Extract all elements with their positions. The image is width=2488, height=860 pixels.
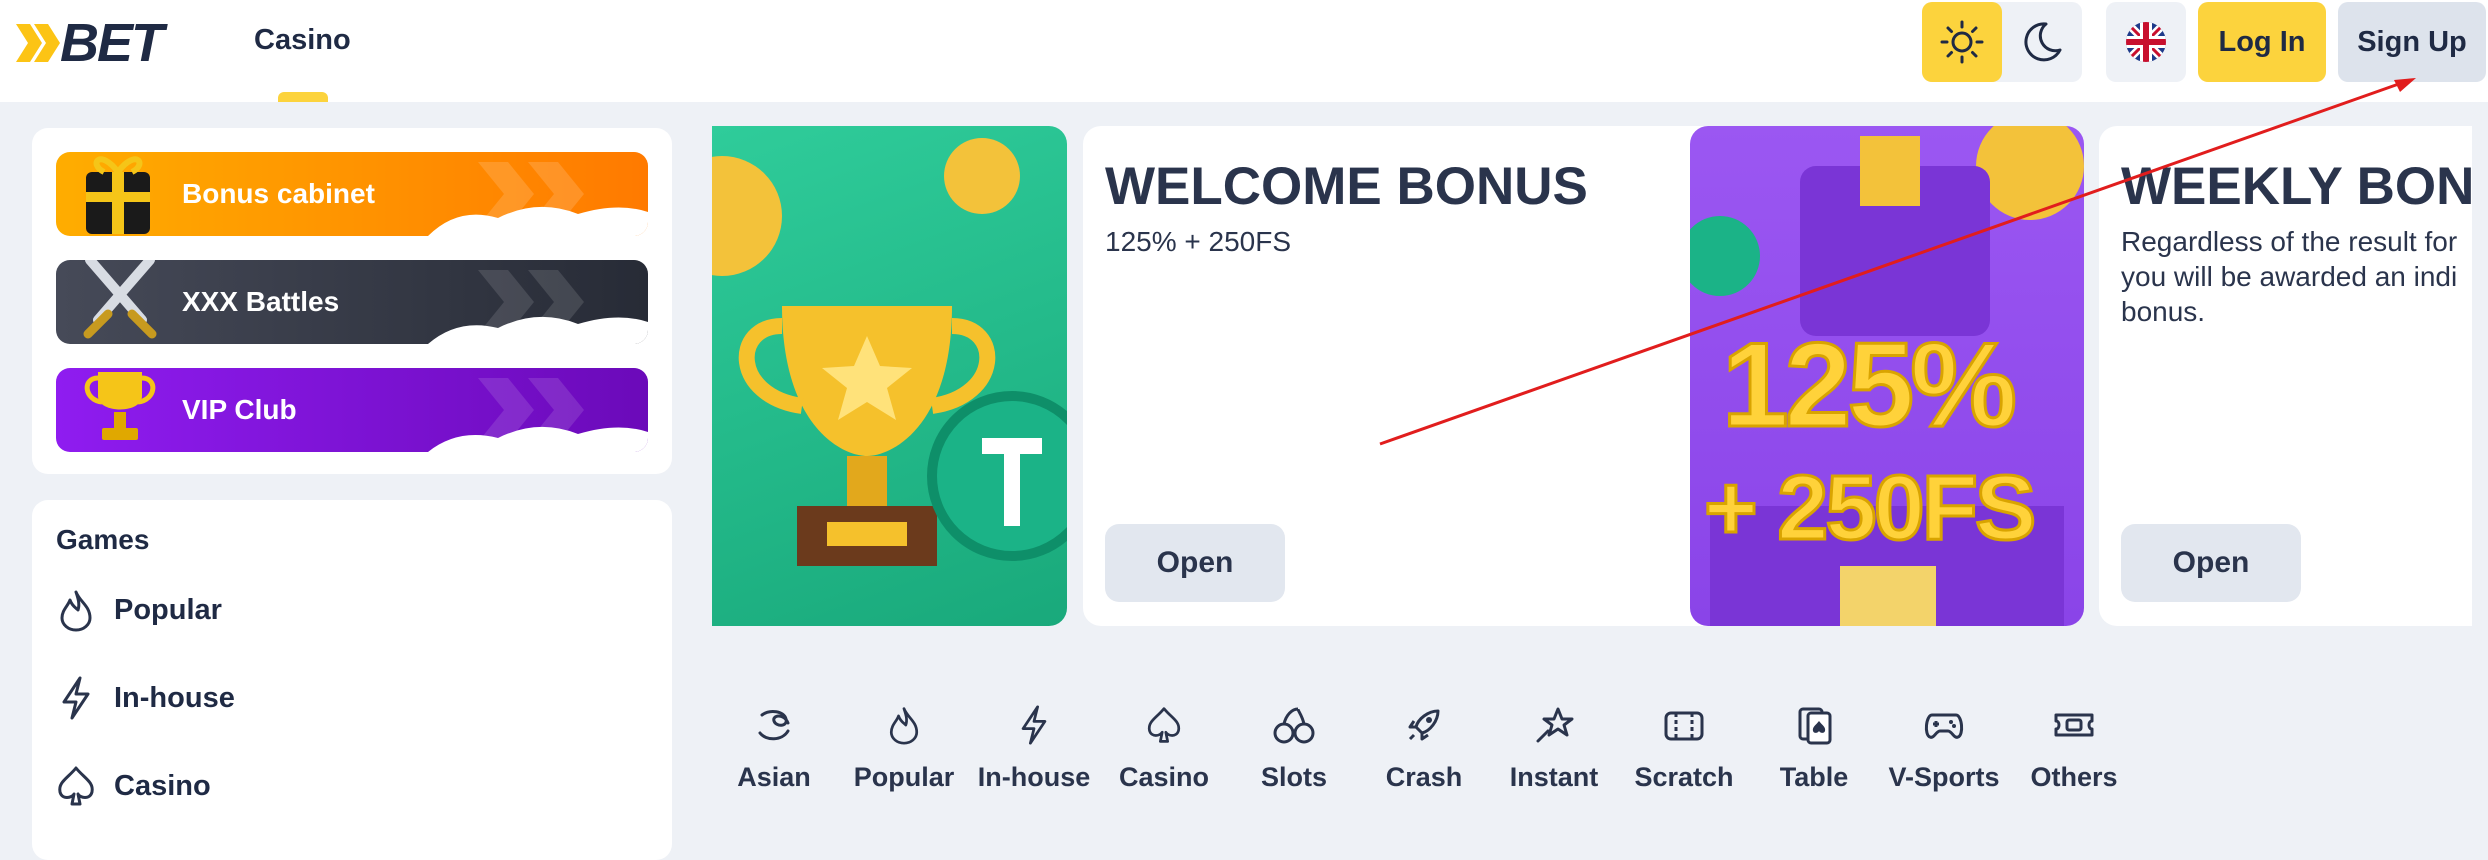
promo-banner-carousel: WELCOME BONUS 125% + 250FS Open 125% + 2… <box>712 126 2472 626</box>
spade-icon <box>56 764 96 808</box>
category-label: Table <box>1779 762 1849 792</box>
nav-casino[interactable]: Casino <box>254 24 351 57</box>
category-in-house[interactable]: In-house <box>974 700 1094 793</box>
spade-icon <box>1104 700 1224 750</box>
banner-title: WELCOME BONUS <box>1105 157 1588 216</box>
banner-title: WEEKLY BONU <box>2121 157 2472 216</box>
banner-subtitle: 125% + 250FS <box>1105 226 1292 257</box>
category-instant[interactable]: Instant <box>1494 700 1614 793</box>
welcome-bonus-card: WELCOME BONUS 125% + 250FS Open <box>1083 126 1723 626</box>
top-header: BET Casino Log In Sign Up <box>0 0 2488 102</box>
promo-label: XXX Battles <box>182 286 340 317</box>
category-v-sports[interactable]: V-Sports <box>1884 700 2004 793</box>
promo-xxx-battles[interactable]: XXX Battles <box>56 260 648 344</box>
promo-label: Bonus cabinet <box>182 178 375 209</box>
games-item-popular[interactable]: Popular <box>56 582 222 638</box>
category-label: Others <box>2030 762 2118 792</box>
lightning-icon <box>974 700 1094 750</box>
snow-decoration-icon <box>428 426 648 452</box>
category-slots[interactable]: Slots <box>1234 700 1354 793</box>
uk-flag-icon <box>2126 22 2166 62</box>
moon-icon <box>2024 22 2062 62</box>
promo-card: Bonus cabinet XXX Battles VIP Club <box>32 128 672 474</box>
category-label: Asian <box>737 762 811 792</box>
games-item-casino[interactable]: Casino <box>56 758 211 814</box>
category-label: V-Sports <box>1888 762 2000 792</box>
sun-icon <box>1940 20 1984 64</box>
promo-bonus-cabinet[interactable]: Bonus cabinet <box>56 152 648 236</box>
lightning-icon <box>56 676 96 720</box>
category-label: Casino <box>1118 762 1210 792</box>
nav-active-indicator <box>278 92 328 102</box>
asian-icon <box>714 700 834 750</box>
star-hand-icon <box>1494 700 1614 750</box>
ticket-icon <box>2014 700 2134 750</box>
category-bar: Asian Popular In-house Casino Slots Cras… <box>712 700 2412 810</box>
bonus-percent-text: 125% <box>1721 317 2019 454</box>
category-casino[interactable]: Casino <box>1104 700 1224 793</box>
trophy-icon <box>84 372 156 440</box>
open-welcome-bonus-button[interactable]: Open <box>1105 524 1285 602</box>
promo-label: VIP Club <box>182 394 297 425</box>
category-label: In-house <box>977 762 1091 792</box>
brand-logo[interactable]: BET <box>16 13 208 73</box>
games-menu: Games Popular In-house Casino <box>32 500 672 860</box>
light-theme-button[interactable] <box>1922 2 2002 82</box>
games-item-label: In-house <box>114 681 235 714</box>
games-item-label: Popular <box>114 593 222 626</box>
category-crash[interactable]: Crash <box>1364 700 1484 793</box>
category-scratch[interactable]: Scratch <box>1624 700 1744 793</box>
category-popular[interactable]: Popular <box>844 700 964 793</box>
category-others[interactable]: Others <box>2014 700 2134 793</box>
gift-box-icon <box>86 156 150 234</box>
logo-text: BET <box>60 13 164 73</box>
games-title: Games <box>56 524 150 555</box>
games-item-label: Casino <box>114 769 211 802</box>
cards-icon <box>1754 700 1874 750</box>
signup-button[interactable]: Sign Up <box>2338 2 2486 82</box>
category-asian[interactable]: Asian <box>714 700 834 793</box>
category-label: Scratch <box>1634 762 1734 792</box>
cherries-icon <box>1234 700 1354 750</box>
promo-vip-club[interactable]: VIP Club <box>56 368 648 452</box>
category-label: Popular <box>853 762 955 792</box>
welcome-bonus-image[interactable] <box>712 126 1067 626</box>
category-table[interactable]: Table <box>1754 700 1874 793</box>
gamepad-icon <box>1884 700 2004 750</box>
theme-switcher <box>1922 2 2082 82</box>
crossed-swords-icon <box>83 260 157 339</box>
trophy-artwork-icon <box>712 138 1067 566</box>
category-label: Crash <box>1385 762 1463 792</box>
logo-chevrons-icon <box>16 24 60 62</box>
flame-icon <box>844 700 964 750</box>
scratch-ticket-icon <box>1624 700 1744 750</box>
games-item-in-house[interactable]: In-house <box>56 670 235 726</box>
language-button[interactable] <box>2106 2 2186 82</box>
dark-theme-button[interactable] <box>2002 2 2082 82</box>
flame-icon <box>56 588 96 632</box>
category-label: Instant <box>1509 762 1599 792</box>
open-weekly-bonus-button[interactable]: Open <box>2121 524 2301 602</box>
category-label: Slots <box>1260 762 1327 792</box>
snow-decoration-icon <box>428 206 648 236</box>
rocket-icon <box>1364 700 1484 750</box>
bonus-fs-text: + 250FS <box>1702 456 2037 561</box>
snow-decoration-icon <box>428 316 648 344</box>
banner-subtitle: Regardless of the result for you will be… <box>2121 226 2458 327</box>
login-button[interactable]: Log In <box>2198 2 2326 82</box>
percent-bonus-image[interactable]: 125% + 250FS <box>1690 126 2084 626</box>
weekly-bonus-card: WEEKLY BONU Regardless of the result for… <box>2099 126 2472 626</box>
